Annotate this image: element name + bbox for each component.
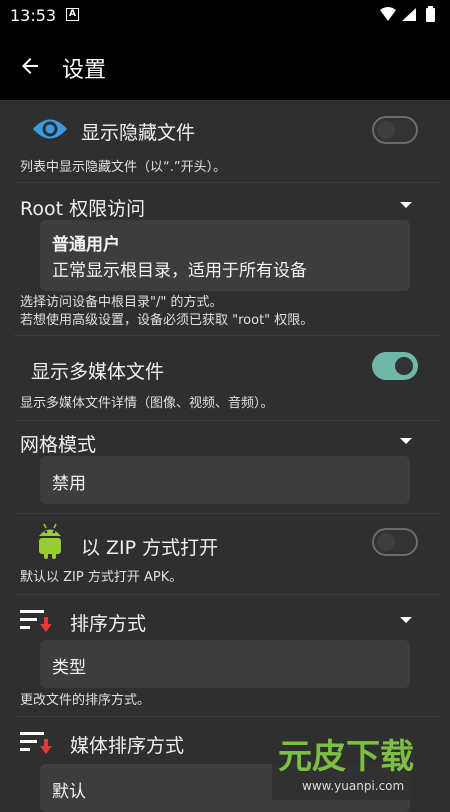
- sort-mode-title: 排序方式: [70, 613, 147, 635]
- media-files-toggle[interactable]: [372, 352, 418, 380]
- page-title: 设置: [62, 58, 107, 83]
- svg-text:www.yuanpi.com: www.yuanpi.com: [302, 779, 404, 793]
- zip-open-title: 以 ZIP 方式打开: [81, 537, 219, 559]
- root-access-desc-1: 选择访问设备中根目录"/" 的方式。: [20, 295, 223, 310]
- sort-mode-value: 类型: [52, 658, 86, 678]
- svg-text:元皮下载: 元皮下载: [278, 737, 414, 777]
- eye-icon: [33, 119, 67, 139]
- setting-sort-mode: 排序方式 类型 更改文件的排序方式。: [0, 595, 450, 715]
- media-files-title: 显示多媒体文件: [31, 361, 165, 383]
- setting-root-access: Root 权限访问 普通用户 正常显示根目录，适用于所有设备 选择访问设备中根目…: [0, 183, 450, 335]
- zip-open-desc: 默认以 ZIP 方式打开 APK。: [20, 570, 183, 585]
- grid-mode-value: 禁用: [52, 474, 86, 494]
- toggle-knob: [395, 357, 413, 375]
- sort-mode-select[interactable]: 类型: [40, 640, 410, 688]
- chevron-down-icon[interactable]: [400, 438, 412, 444]
- yuanpi-watermark-icon: 元皮下载 www.yuanpi.com: [272, 726, 442, 800]
- media-files-desc: 显示多媒体文件详情（图像、视频、音频）。: [20, 396, 274, 411]
- sort-icon: [20, 610, 52, 632]
- root-access-selected-desc: 正常显示根目录，适用于所有设备: [52, 261, 307, 281]
- root-access-selected-title: 普通用户: [52, 235, 120, 255]
- hidden-files-title: 显示隐藏文件: [81, 122, 196, 144]
- sort-icon: [20, 732, 52, 754]
- setting-hidden-files[interactable]: 显示隐藏文件 列表中显示隐藏文件（以“.”开头）。: [0, 100, 450, 182]
- toggle-knob: [377, 121, 395, 139]
- wifi-signal-battery-icon: [380, 6, 435, 22]
- app-bar: 设置: [0, 32, 450, 100]
- toggle-knob: [377, 533, 395, 551]
- android-icon: [39, 523, 61, 559]
- chevron-down-icon[interactable]: [400, 617, 412, 623]
- sort-mode-desc: 更改文件的排序方式。: [20, 693, 151, 708]
- status-bar: 13:53 A: [0, 0, 450, 32]
- back-arrow-icon[interactable]: [18, 54, 42, 78]
- root-access-desc-2: 若想使用高级设置，设备必须已获取 "root" 权限。: [20, 313, 314, 328]
- hidden-files-toggle[interactable]: [372, 116, 418, 144]
- setting-grid-mode: 网格模式 禁用: [0, 421, 450, 513]
- root-access-select[interactable]: 普通用户 正常显示根目录，适用于所有设备: [40, 220, 410, 291]
- chevron-down-icon[interactable]: [400, 202, 412, 208]
- setting-zip-open[interactable]: 以 ZIP 方式打开 默认以 ZIP 方式打开 APK。: [0, 514, 450, 594]
- grid-mode-title: 网格模式: [20, 434, 97, 456]
- grid-mode-select[interactable]: 禁用: [40, 456, 410, 504]
- status-time: 13:53: [10, 6, 57, 25]
- setting-media-files[interactable]: 显示多媒体文件 显示多媒体文件详情（图像、视频、音频）。: [0, 336, 450, 420]
- hidden-files-desc: 列表中显示隐藏文件（以“.”开头）。: [20, 160, 227, 175]
- notification-badge-icon: A: [66, 8, 79, 21]
- watermark-logo: 元皮下载 www.yuanpi.com: [272, 722, 442, 800]
- root-access-title: Root 权限访问: [20, 198, 146, 220]
- system-icons: [378, 6, 442, 28]
- media-sort-title: 媒体排序方式: [70, 735, 185, 757]
- zip-open-toggle[interactable]: [372, 528, 418, 556]
- media-sort-value: 默认: [52, 782, 86, 802]
